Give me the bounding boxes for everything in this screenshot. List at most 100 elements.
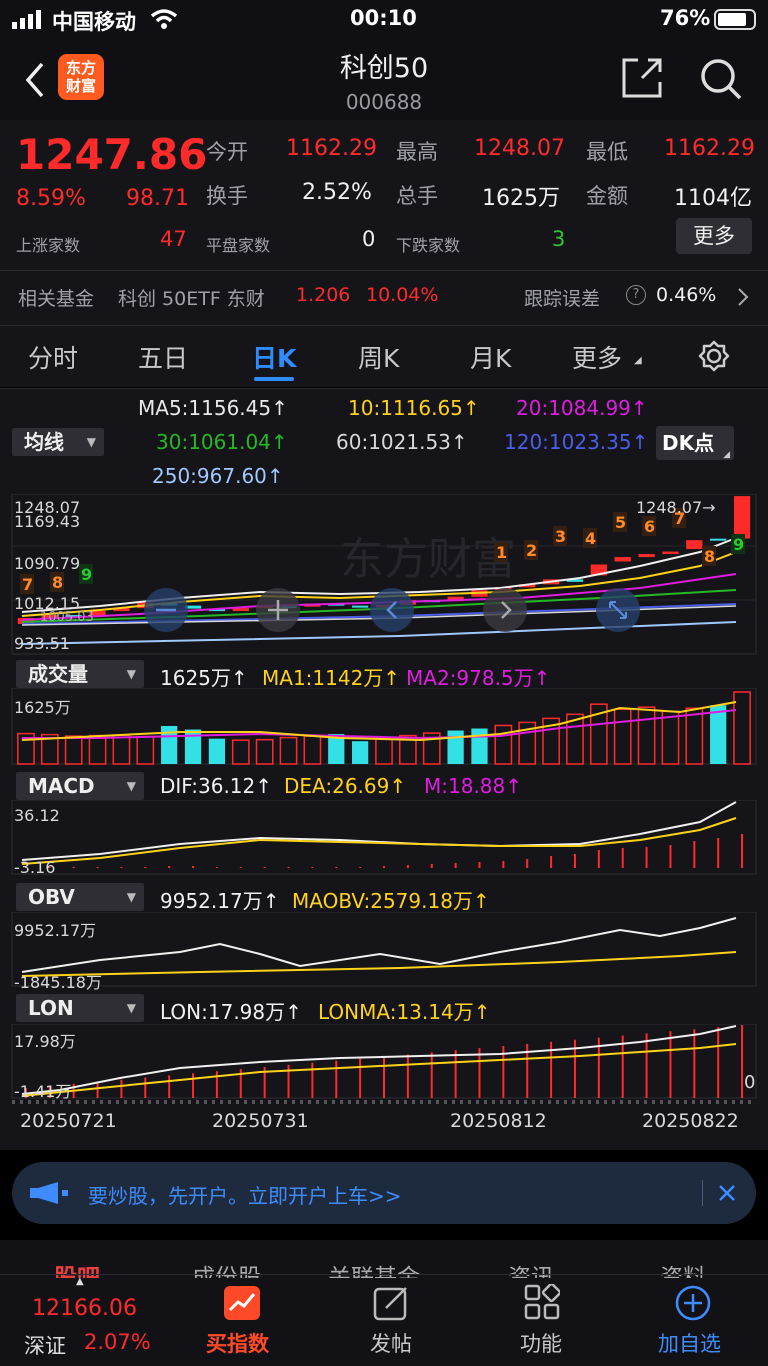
tab-more[interactable]: 更多	[572, 339, 622, 375]
tab-weekly-k[interactable]: 周K	[358, 339, 399, 375]
up-count-label: 上涨家数	[16, 236, 81, 255]
volume-bar	[231, 739, 250, 765]
index-pct: 2.07%	[84, 1330, 151, 1354]
volume-label: 总手	[396, 184, 438, 208]
macd-m: M:18.88↑	[424, 774, 523, 798]
lon-axis-bottom: -1.41万	[14, 1082, 72, 1101]
kline-axis-overlap: 1005.03	[40, 610, 94, 625]
candle	[638, 554, 655, 558]
down-count-label: 下跌家数	[396, 236, 461, 255]
amount-label: 金额	[586, 184, 628, 208]
carrier: 中国移动	[52, 10, 136, 34]
post-button[interactable]: 发帖	[330, 1280, 450, 1366]
clock: 00:10	[350, 6, 417, 30]
tab-five-day[interactable]: 五日	[138, 339, 188, 375]
ma250-label: 250:967.60↑	[152, 464, 284, 488]
down-count: 3	[552, 227, 566, 251]
dropdown-caret-icon: ▼	[126, 890, 136, 904]
candle	[352, 605, 369, 608]
add-watchlist-button[interactable]: 加自选	[630, 1280, 760, 1366]
lon-zero: 0	[744, 1072, 756, 1093]
maobv-value: MAOBV:2579.18万↑	[292, 889, 490, 913]
svg-text:8: 8	[52, 573, 63, 592]
tracking-error-label: 跟踪误差	[524, 288, 601, 310]
svg-text:2: 2	[526, 541, 537, 560]
volume-bar	[255, 738, 274, 765]
active-tab-indicator	[254, 377, 294, 381]
volume-bar	[64, 735, 83, 765]
sub-tab-guba[interactable]: 股吧	[54, 1258, 100, 1278]
lon-selector[interactable]: LON ▼	[16, 994, 144, 1022]
settings-icon[interactable]	[698, 340, 730, 372]
function-button[interactable]: 功能	[480, 1280, 600, 1366]
buy-index-button[interactable]: 买指数	[180, 1280, 308, 1366]
search-icon[interactable]	[698, 56, 744, 102]
tab-monthly-k[interactable]: 月K	[470, 339, 511, 375]
more-button[interactable]: 更多	[676, 218, 752, 254]
banner-text: 要炒股，先开户。立即开户上车>>	[88, 1184, 402, 1208]
watermark: 东方财富	[340, 534, 516, 585]
lonma-value: LONMA:13.14万↑	[318, 1000, 491, 1024]
kline-chart[interactable]: 东方财富 7 8 9 1 2 3 4 5 6 7 8 9	[0, 494, 768, 656]
nav-header: 东方 财富 科创50 000688	[0, 40, 768, 120]
tab-intraday[interactable]: 分时	[28, 339, 78, 375]
change-value: 98.71	[126, 186, 189, 211]
index-value: 12166.06	[32, 1296, 137, 1321]
svg-text:4: 4	[585, 529, 596, 548]
divider	[0, 270, 768, 271]
close-icon[interactable]	[716, 1182, 738, 1204]
date-label: 20250822	[642, 1110, 739, 1132]
dk-point-button[interactable]: DK点 ◢	[656, 426, 734, 460]
status-bar: 中国移动 00:10 76%	[0, 0, 768, 40]
volume-ma2: MA2:978.5万↑	[406, 666, 551, 690]
volume-bar	[375, 737, 393, 765]
candle	[686, 540, 703, 550]
macd-selector[interactable]: MACD ▼	[16, 772, 144, 800]
last-price: 1247.86	[16, 130, 208, 179]
volume-bar	[352, 741, 369, 764]
svg-text:9: 9	[733, 535, 744, 554]
volume-selector[interactable]: 成交量 ▼	[16, 660, 144, 688]
edit-icon	[373, 1287, 407, 1321]
obv-chart[interactable]	[0, 912, 768, 988]
volume-chart[interactable]	[0, 688, 768, 766]
tab-daily-k[interactable]: 日K	[252, 339, 296, 375]
obv-value: 9952.17万↑	[160, 889, 280, 913]
share-icon[interactable]	[620, 56, 664, 100]
sub-tab-news[interactable]: 资讯	[508, 1258, 554, 1278]
volume-value: 1625万↑	[160, 666, 248, 690]
bottom-bar: 股吧 成份股 关联基金 资讯 资料 ▲ 12166.06 深证 2.07% 买指…	[0, 1240, 768, 1366]
dropdown-caret-icon: ▼	[126, 667, 136, 681]
volume-bar	[279, 736, 298, 765]
volume-bar	[471, 728, 488, 764]
macd-axis-top: 36.12	[14, 806, 60, 825]
chevron-right-icon	[738, 288, 749, 306]
sub-tab-profile[interactable]: 资料	[660, 1258, 706, 1278]
low-value: 1162.29	[664, 136, 755, 161]
candle	[733, 496, 751, 539]
battery-icon	[714, 9, 756, 30]
open-account-banner[interactable]: 要炒股，先开户。立即开户上车>>	[12, 1162, 756, 1224]
macd-chart[interactable]	[0, 800, 768, 876]
obv-selector[interactable]: OBV ▼	[16, 883, 144, 911]
svg-text:5: 5	[615, 513, 626, 532]
lon-axis-top: 17.98万	[14, 1032, 76, 1051]
amount-value: 1104亿	[674, 186, 752, 211]
volume-bar	[637, 706, 656, 765]
ma-selector[interactable]: 均线 ▼	[12, 428, 104, 456]
index-ticker[interactable]: 12166.06 深证 2.07%	[0, 1280, 170, 1366]
candle	[662, 551, 679, 555]
low-label: 最低	[586, 140, 628, 164]
volume-bar	[447, 730, 464, 764]
maobv-line	[21, 951, 737, 977]
sub-tab-related-funds[interactable]: 关联基金	[328, 1258, 420, 1278]
related-fund-row[interactable]: 相关基金 科创 50ETF 东财 1.206 10.04% 跟踪误差 ? 0.4…	[0, 272, 768, 324]
ma20-label: 20:1084.99↑	[516, 396, 648, 420]
lon-chart[interactable]	[0, 1024, 768, 1100]
sub-tab-constituents[interactable]: 成份股	[192, 1258, 261, 1278]
ma60-label: 60:1021.53↑	[336, 430, 468, 454]
help-icon[interactable]: ?	[626, 285, 646, 305]
turnover-label: 换手	[206, 184, 248, 208]
lon-value: LON:17.98万↑	[160, 1000, 302, 1024]
kline-axis-y1: 1169.43	[14, 512, 81, 531]
